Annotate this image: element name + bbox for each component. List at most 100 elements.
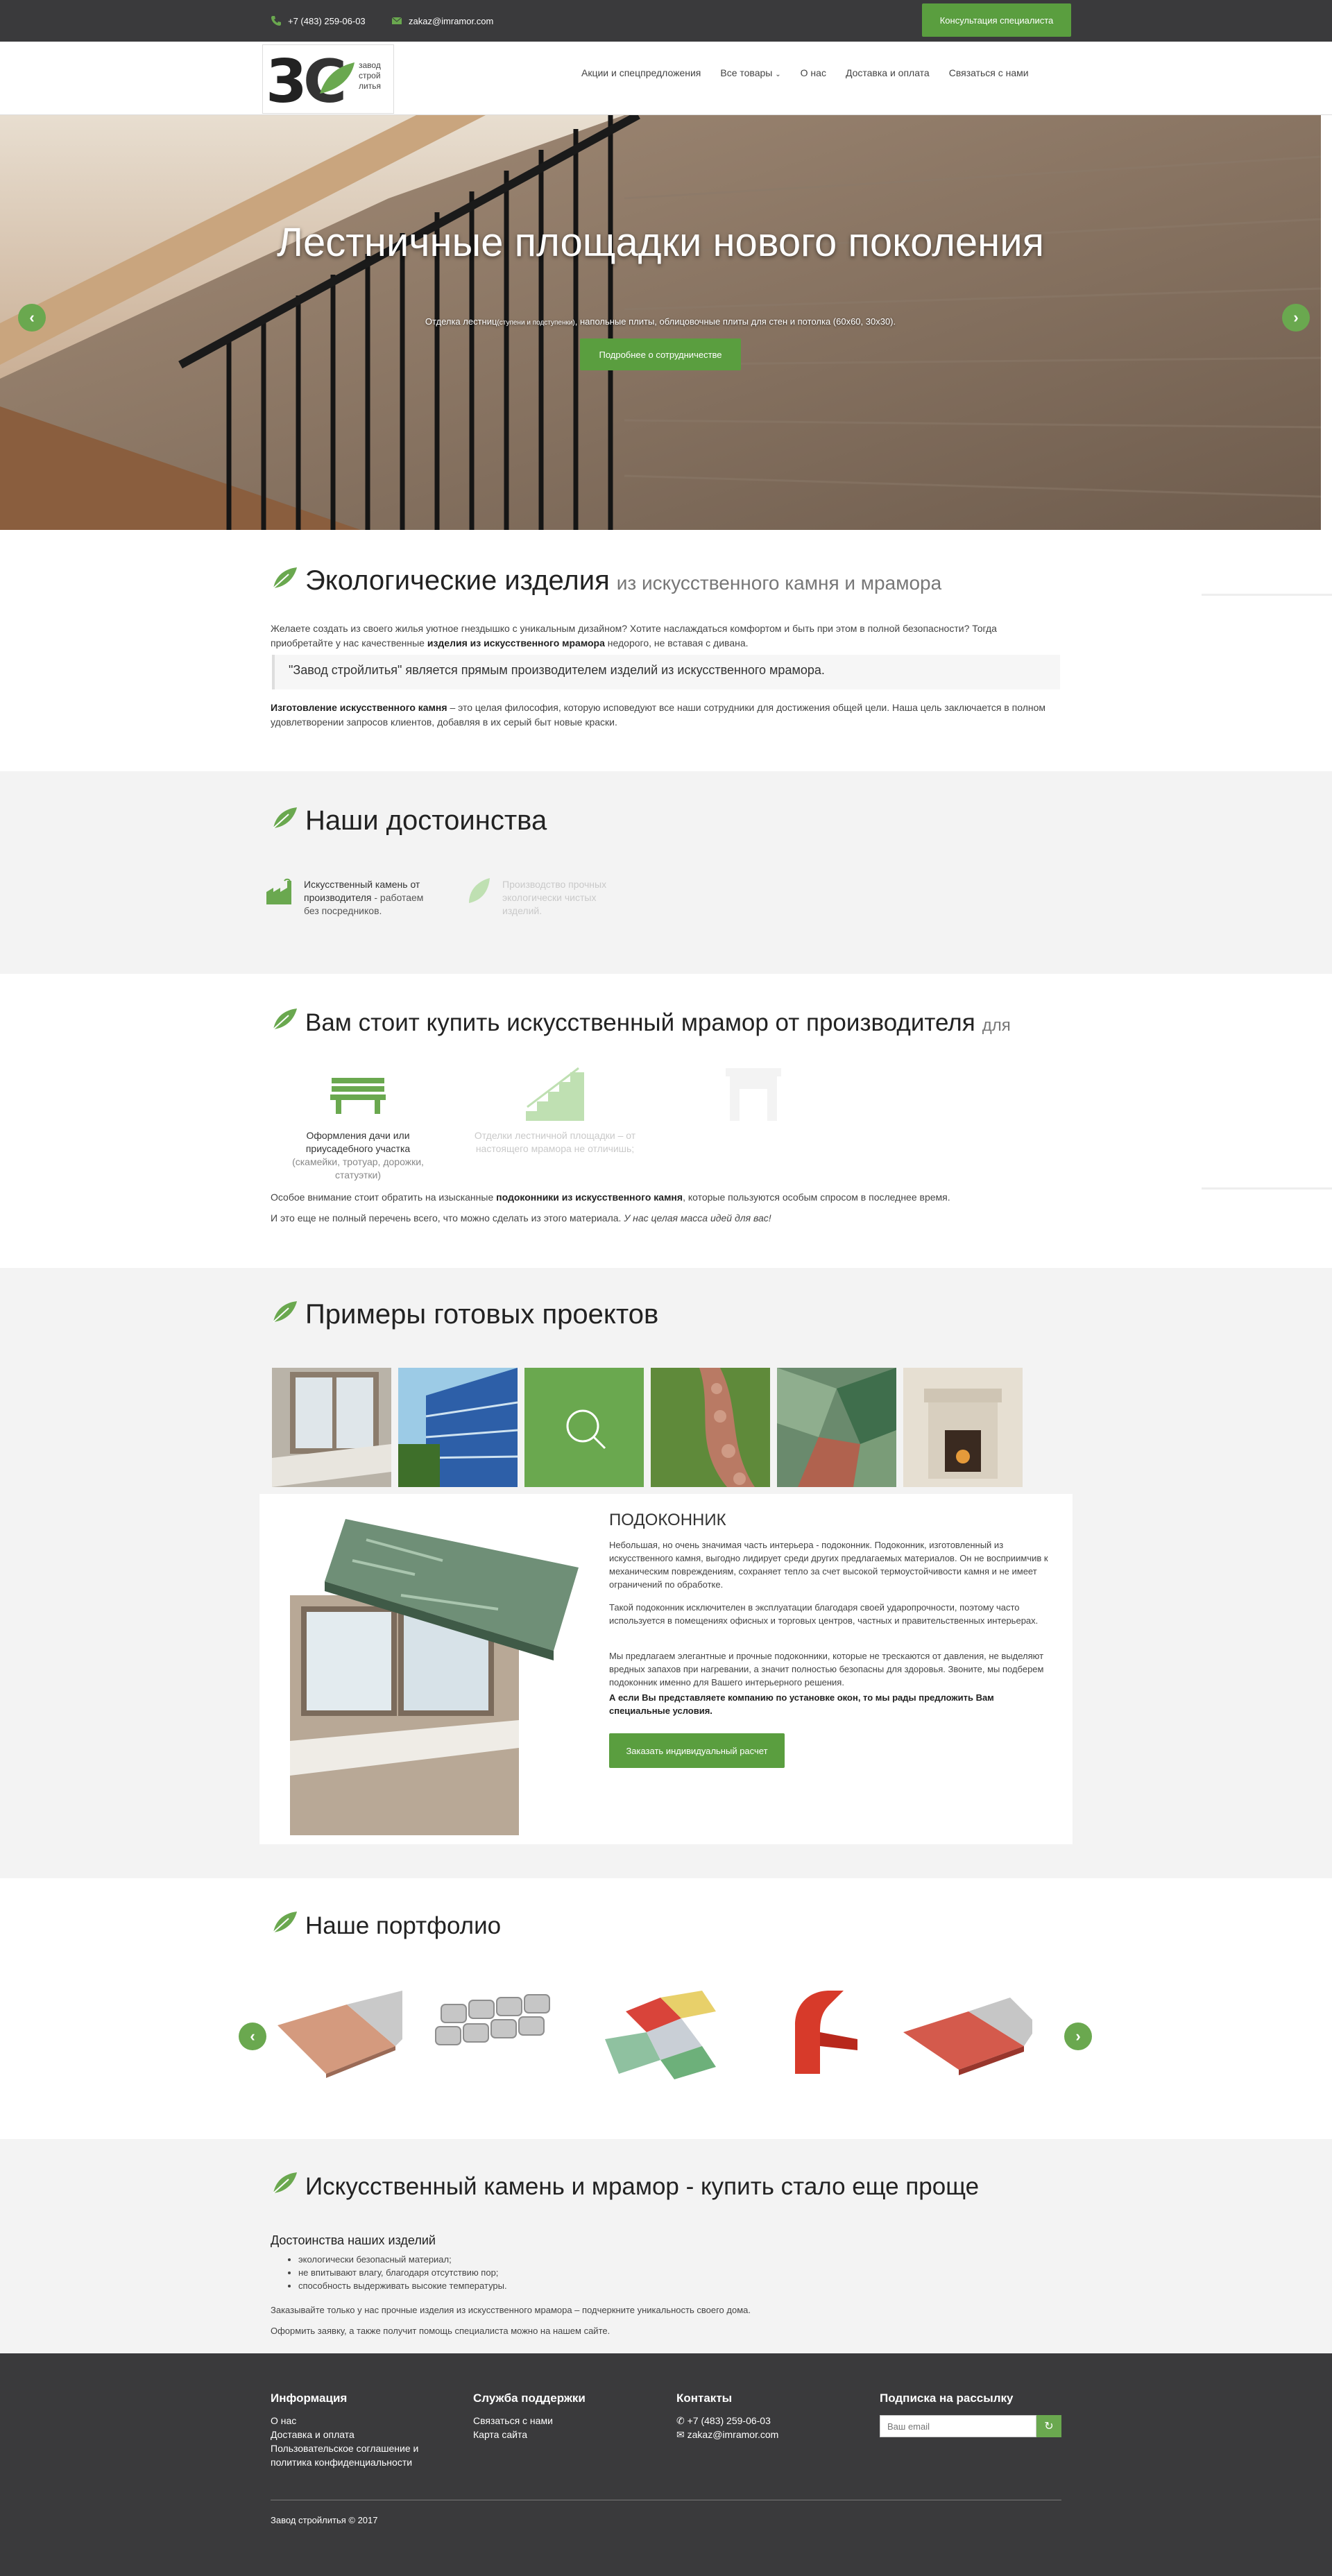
use-garden-strong: Оформления дачи или приусадебного участк… xyxy=(305,1130,411,1154)
portfolio-item-2[interactable] xyxy=(427,1984,561,2081)
nav-about[interactable]: О нас xyxy=(801,67,826,78)
logo-text-2: строй xyxy=(359,71,381,80)
advantage-2: Производство прочных экологически чистых… xyxy=(502,879,607,916)
footer-link-delivery[interactable]: Доставка и оплата xyxy=(271,2428,451,2441)
project-thumb-1[interactable] xyxy=(272,1368,391,1487)
portfolio-next-arrow[interactable]: › xyxy=(1064,2023,1092,2050)
buy-p2a: И это еще не полный перечень всего, что … xyxy=(271,1212,624,1223)
footer-phone[interactable]: ✆ +7 (483) 259-06-03 xyxy=(676,2414,778,2428)
easy-subtitle: Достоинства наших изделий xyxy=(271,2233,436,2247)
project-thumb-6[interactable] xyxy=(903,1368,1023,1487)
footer-email[interactable]: ✉ zakaz@imramor.com xyxy=(676,2428,778,2441)
leaf-icon xyxy=(469,878,490,903)
portfolio-title-text: Наше портфолио xyxy=(305,1912,502,1939)
order-calculation-button[interactable]: Заказать индивидуальный расчет xyxy=(609,1733,785,1768)
subscribe-button[interactable]: ↻ xyxy=(1036,2415,1061,2437)
hero-prev-arrow[interactable]: ‹ xyxy=(18,304,46,332)
portfolio-item-4[interactable] xyxy=(753,1984,887,2081)
use-garden: Оформления дачи или приусадебного участк… xyxy=(291,1129,425,1182)
main-navbar xyxy=(0,42,1332,115)
buy-p1b[interactable]: подоконники из искусственного камня xyxy=(496,1192,683,1203)
footer-contacts: ✆ +7 (483) 259-06-03 ✉ zakaz@imramor.com xyxy=(676,2414,778,2441)
divider xyxy=(1202,1187,1332,1190)
portfolio-item-5[interactable] xyxy=(899,1984,1032,2081)
buy-p1a: Особое внимание стоит обратить на изыска… xyxy=(271,1192,497,1203)
project-thumb-2[interactable] xyxy=(398,1368,518,1487)
nav-all-products[interactable]: Все товары ⌄ xyxy=(720,67,780,78)
eco-title: Экологические изделия из искусственного … xyxy=(271,565,941,596)
project-thumb-3[interactable] xyxy=(524,1368,644,1487)
top-email[interactable]: zakaz@imramor.com xyxy=(391,15,493,26)
logo-text-1: завод xyxy=(359,60,381,70)
hero-next-arrow[interactable]: › xyxy=(1282,304,1310,332)
nav-promo[interactable]: Акции и спецпредложения xyxy=(581,67,701,78)
nav-contact[interactable]: Связаться с нами xyxy=(949,67,1029,78)
easy-title-text: Искусственный камень и мрамор - купить с… xyxy=(305,2173,980,2200)
use-stairs: Отделки лестничной площадки – от настоящ… xyxy=(469,1129,641,1156)
footer-copyright: Завод стройлитья © 2017 xyxy=(271,2515,378,2525)
leaf-icon xyxy=(273,1301,297,1323)
buy-title: Вам стоит купить искусственный мрамор от… xyxy=(271,1006,1011,1037)
list-item: экологически безопасный материал; xyxy=(298,2253,507,2266)
project-thumb-5[interactable] xyxy=(777,1368,896,1487)
building-photo xyxy=(398,1368,518,1487)
top-phone-text: +7 (483) 259-06-03 xyxy=(288,15,366,26)
footer-phone-text: +7 (483) 259-06-03 xyxy=(687,2415,771,2426)
buy-title-text: Вам стоит купить искусственный мрамор от… xyxy=(305,1009,975,1036)
buy-title-small: для xyxy=(982,1016,1011,1035)
top-phone[interactable]: +7 (483) 259-06-03 xyxy=(271,15,366,26)
project-detail-panel: ПОДОКОННИК Небольшая, но очень значимая … xyxy=(259,1494,1073,1844)
project-detail-p4: А если Вы представляете компанию по уста… xyxy=(609,1692,994,1716)
bench-icon xyxy=(330,1078,386,1114)
project-detail-p2: Такой подоконник исключителен в эксплуат… xyxy=(609,1602,1039,1626)
portfolio-title: Наше портфолио xyxy=(271,1909,501,1940)
subscribe-email-input[interactable] xyxy=(880,2415,1036,2437)
hero-title: Лестничные площадки нового поколения xyxy=(276,220,1045,265)
factory-icon xyxy=(266,878,291,904)
footer-link-about[interactable]: О нас xyxy=(271,2414,451,2428)
top-bar: +7 (483) 259-06-03 zakaz@imramor.com Кон… xyxy=(0,0,1332,42)
envelope-icon xyxy=(391,17,402,24)
footer-subscribe-title: Подписка на рассылку xyxy=(880,2392,1014,2405)
chevron-right-icon: › xyxy=(1293,309,1299,326)
chevron-left-icon: ‹ xyxy=(29,309,35,326)
fireplace-icon xyxy=(726,1068,781,1121)
phone-icon: ✆ xyxy=(676,2415,685,2426)
hero-subtitle-a: Отделка лестниц xyxy=(425,316,497,327)
logo[interactable]: 3 C завод строй литья xyxy=(262,44,394,117)
footer-contacts-title: Контакты xyxy=(676,2392,733,2405)
portfolio-item-1[interactable] xyxy=(271,1984,404,2081)
logo-text-3: литья xyxy=(359,81,381,91)
easy-title: Искусственный камень и мрамор - купить с… xyxy=(271,2170,979,2201)
footer-link-sitemap[interactable]: Карта сайта xyxy=(473,2428,553,2441)
eco-paragraph-2: Изготовление искусственного камня – это … xyxy=(271,701,1061,730)
nav-delivery[interactable]: Доставка и оплата xyxy=(846,67,930,78)
footer-support-title: Служба поддержки xyxy=(473,2392,586,2405)
leaf-icon xyxy=(273,2172,297,2194)
footer-link-contact[interactable]: Связаться с нами xyxy=(473,2414,553,2428)
advantage-1: Искусственный камень от производителя - … xyxy=(304,878,436,918)
footer xyxy=(0,2353,1332,2576)
consult-button[interactable]: Консультация специалиста xyxy=(922,3,1071,37)
portfolio-prev-arrow[interactable]: ‹ xyxy=(239,2023,266,2050)
staircase-icon xyxy=(526,1067,584,1121)
list-item: способность выдерживать высокие температ… xyxy=(298,2279,507,2292)
advantages-title: Наши достоинства xyxy=(271,805,547,836)
chevron-left-icon: ‹ xyxy=(250,2027,255,2045)
eco-title-small: из искусственного камня и мрамора xyxy=(616,572,942,594)
easy-list: экологически безопасный материал; не впи… xyxy=(298,2253,507,2292)
hero-cta-button[interactable]: Подробнее о сотрудничестве xyxy=(580,338,741,370)
main-nav: Акции и спецпредложения Все товары ⌄ О н… xyxy=(581,67,1029,78)
eco-p1b[interactable]: изделия из искусственного мрамора xyxy=(427,637,605,649)
project-thumb-4[interactable] xyxy=(651,1368,770,1487)
envelope-icon: ✉ xyxy=(676,2429,685,2440)
svg-text:3: 3 xyxy=(266,47,307,113)
footer-link-privacy[interactable]: Пользовательское соглашение и политика к… xyxy=(271,2441,451,2469)
list-item: не впитывают влагу, благодаря отсутствию… xyxy=(298,2266,507,2279)
eco-paragraph-1: Желаете создать из своего жилья уютное г… xyxy=(271,621,1061,651)
garden-path-photo xyxy=(651,1368,770,1487)
phone-icon xyxy=(271,16,281,26)
portfolio-item-3[interactable] xyxy=(591,1984,724,2081)
buy-p2b: У нас целая масса идей для вас! xyxy=(624,1212,771,1223)
eco-p1c: недорого, не вставая с дивана. xyxy=(604,637,749,649)
